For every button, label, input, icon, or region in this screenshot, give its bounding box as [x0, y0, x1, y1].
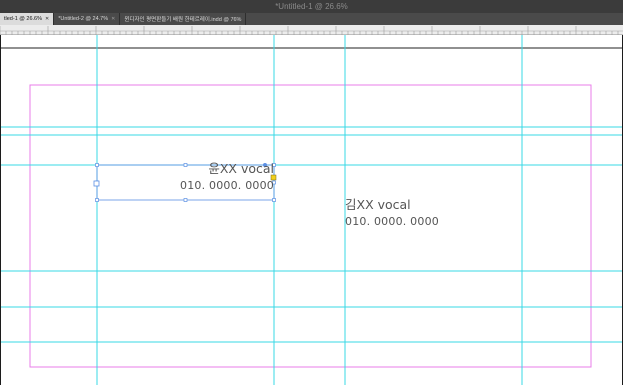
tab-untitled-1[interactable]: tled-1 @ 26.6% ✕	[0, 13, 55, 25]
tab-label: tled-1 @ 26.6%	[4, 16, 42, 22]
tab-untitled-2[interactable]: *Untitled-2 @ 24.7% ✕	[54, 13, 121, 25]
canvas-guides	[0, 35, 623, 385]
canvas-frame-left	[0, 35, 1, 385]
close-icon[interactable]: ✕	[45, 16, 49, 22]
window-title: *Untitled-1 @ 26.6%	[0, 0, 623, 13]
card-name[interactable]: 윤XX vocal	[208, 162, 274, 176]
card-phone[interactable]: 010. 0000. 0000	[180, 180, 274, 191]
resize-handle[interactable]	[183, 163, 188, 167]
tab-indd-file[interactable]: 윈디자인 평면판들기 배원 한테르레이.indd @ 76%	[120, 13, 247, 25]
resize-handle[interactable]	[95, 163, 99, 167]
tab-label: *Untitled-2 @ 24.7%	[58, 16, 109, 22]
close-icon[interactable]: ✕	[111, 16, 115, 22]
in-port-handle[interactable]	[93, 180, 100, 187]
ruler-ticks	[0, 26, 623, 35]
document-tab-bar: tled-1 @ 26.6% ✕ *Untitled-2 @ 24.7% ✕ 윈…	[0, 13, 623, 25]
resize-handle[interactable]	[272, 198, 276, 202]
tab-label: 윈디자인 평면판들기 배원 한테르레이.indd @ 76%	[124, 17, 242, 23]
card-phone[interactable]: 010. 0000. 0000	[345, 216, 439, 227]
horizontal-ruler[interactable]	[0, 25, 623, 35]
card-name[interactable]: 김XX vocal	[345, 198, 411, 212]
resize-handle[interactable]	[95, 198, 99, 202]
document-canvas[interactable]: 윤XX vocal 010. 0000. 0000 김XX vocal 010.…	[0, 35, 623, 385]
resize-handle[interactable]	[183, 198, 188, 202]
